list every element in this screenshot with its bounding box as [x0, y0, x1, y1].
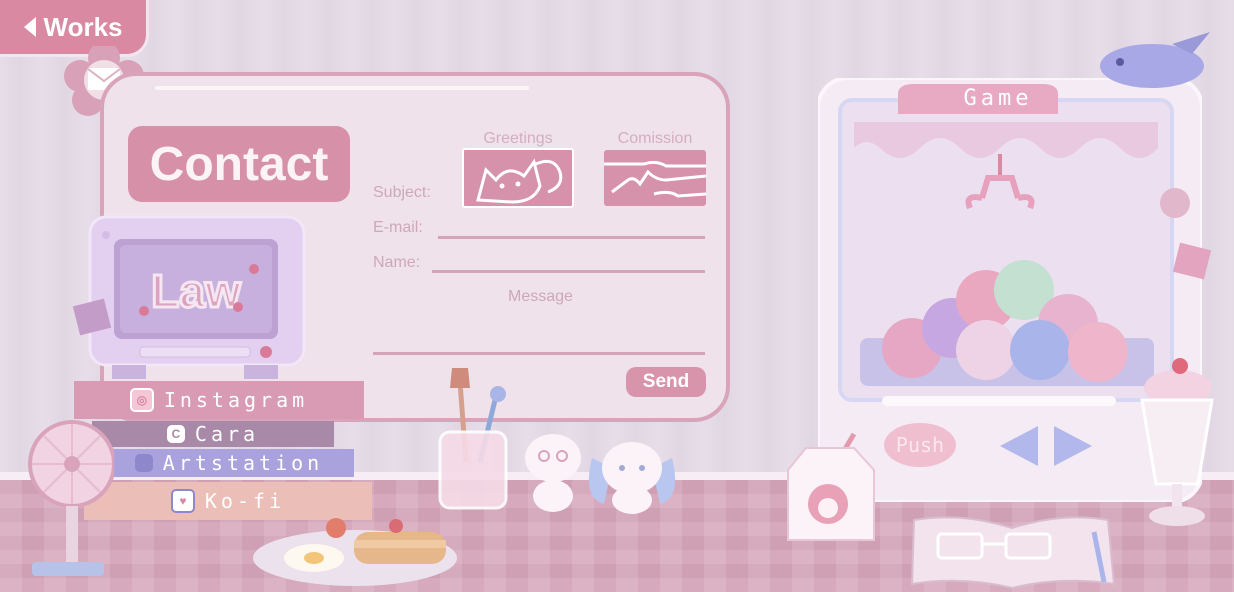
greetings-option[interactable] [462, 148, 574, 208]
email-field[interactable] [438, 236, 705, 239]
game-title: Game [963, 85, 1033, 111]
bunny-plush [588, 442, 676, 514]
subject-label: Subject: [373, 184, 431, 201]
email-label: E-mail: [373, 219, 423, 236]
handshake-icon [604, 160, 707, 198]
greetings-label: Greetings [483, 130, 553, 147]
comission-option[interactable] [604, 150, 707, 206]
cara-label: Cara [194, 422, 260, 446]
card-highlight-line [155, 86, 529, 90]
message-label: Message [508, 288, 573, 305]
milkshake [1140, 358, 1214, 526]
claw-arrow-controls [1000, 426, 1092, 466]
instagram-link[interactable]: ◎ Instagram [74, 381, 364, 419]
instagram-label: Instagram [163, 388, 309, 412]
svg-text:Law: Law [151, 265, 241, 317]
name-field[interactable] [432, 270, 705, 273]
contact-title: Contact [128, 126, 350, 202]
name-label: Name: [373, 254, 421, 271]
cat-face-icon [476, 158, 563, 204]
brush-cup [438, 368, 508, 510]
push-button[interactable]: Push [884, 423, 956, 467]
artstation-label: Artstation [162, 451, 324, 475]
bunny-lamp [1100, 32, 1210, 88]
left-arrow-icon[interactable] [1000, 426, 1038, 466]
artstation-icon [134, 454, 153, 472]
works-label: Works [43, 11, 123, 42]
wall-button [1160, 188, 1190, 218]
instagram-icon: ◎ [129, 388, 154, 412]
open-notebook [910, 516, 1116, 590]
cara-link[interactable]: C Cara [92, 421, 334, 447]
artstation-link[interactable]: Artstation [104, 449, 354, 477]
send-button[interactable]: Send [626, 367, 706, 397]
retro-computer: Law [88, 215, 306, 379]
back-arrow-icon [23, 17, 36, 37]
comission-label: Comission [617, 130, 693, 147]
cow-plush [525, 434, 581, 512]
right-arrow-icon[interactable] [1054, 426, 1092, 466]
kofi-icon: ♥ [170, 489, 195, 513]
pancake-plate [253, 518, 457, 586]
desk-fan [28, 420, 114, 576]
strawberry-milk-carton [787, 432, 875, 541]
message-field[interactable] [373, 352, 705, 355]
cara-icon: C [166, 425, 185, 443]
